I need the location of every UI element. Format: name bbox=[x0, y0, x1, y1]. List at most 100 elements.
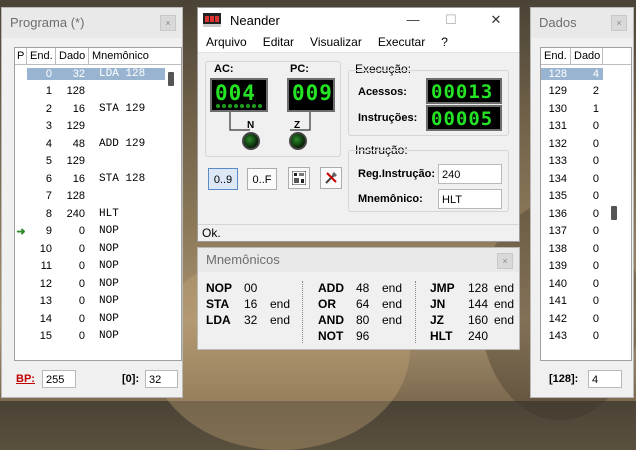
col-header-dado[interactable]: Dado bbox=[56, 48, 89, 64]
col-header-end[interactable]: End. bbox=[27, 48, 56, 64]
table-row[interactable]: 142 0 bbox=[541, 310, 631, 328]
mnemonic-code: 00 bbox=[244, 281, 258, 295]
col-header-p[interactable]: P bbox=[15, 48, 27, 64]
table-row[interactable]: 139 0 bbox=[541, 258, 631, 276]
cell-end: 140 bbox=[548, 277, 567, 290]
table-row[interactable]: 133 0 bbox=[541, 153, 631, 171]
dados-scrollbar-thumb[interactable] bbox=[611, 206, 617, 220]
mnemonico-label: Mnemônico: bbox=[358, 193, 423, 205]
bp-field[interactable]: 255 bbox=[42, 370, 76, 388]
table-row[interactable]: 2 16 STA 129 bbox=[15, 100, 181, 118]
cell-dado: 0 bbox=[78, 225, 85, 238]
dados-addr-field[interactable]: 4 bbox=[588, 370, 622, 388]
cell-dado: 16 bbox=[72, 102, 85, 115]
mnemonic-arg: end bbox=[382, 297, 403, 311]
mnemonic-code: 32 bbox=[244, 313, 258, 327]
table-row[interactable]: 14 0 NOP bbox=[15, 310, 181, 328]
table-row[interactable]: 137 0 bbox=[541, 223, 631, 241]
col-header-end[interactable]: End. bbox=[541, 48, 571, 64]
cell-end: 14 bbox=[39, 312, 52, 325]
programa-grid[interactable]: P End. Dado Mnemônico 0 32 LDA 128 1 128 2 16 S… bbox=[14, 47, 182, 361]
cell-dado: 0 bbox=[592, 277, 599, 290]
cell-mnemonico: NOP bbox=[99, 277, 119, 290]
table-row[interactable]: 129 2 bbox=[541, 83, 631, 101]
dados-close-button[interactable]: × bbox=[611, 15, 627, 31]
table-row[interactable]: ➜ 9 0 NOP bbox=[15, 223, 181, 241]
cell-end: 15 bbox=[39, 330, 52, 343]
table-row[interactable]: 131 0 bbox=[541, 118, 631, 136]
cell-dado: 0 bbox=[592, 120, 599, 133]
acessos-value: 00013 bbox=[431, 81, 494, 103]
cell-mnemonico: NOP bbox=[99, 225, 119, 238]
mnemonico-field[interactable]: HLT bbox=[438, 189, 502, 209]
programa-close-button[interactable]: × bbox=[160, 15, 176, 31]
menu-visualizar[interactable]: Visualizar bbox=[302, 35, 370, 49]
cell-end: 9 bbox=[45, 225, 52, 238]
table-row[interactable]: 10 0 NOP bbox=[15, 240, 181, 258]
cell-mnemonico: NOP bbox=[99, 330, 119, 343]
col-header-mnemonico[interactable]: Mnemônico bbox=[89, 48, 165, 64]
table-row[interactable]: 132 0 bbox=[541, 135, 631, 153]
table-row[interactable]: 7 128 bbox=[15, 188, 181, 206]
table-row[interactable]: 136 0 bbox=[541, 205, 631, 223]
mnemonic-op: LDA bbox=[206, 313, 231, 327]
neander-title-bar[interactable]: Neander — ☐ ✕ bbox=[198, 8, 519, 32]
col-header-dado[interactable]: Dado bbox=[571, 48, 603, 64]
table-row[interactable]: 3 129 bbox=[15, 118, 181, 136]
table-row[interactable]: 0 32 LDA 128 bbox=[15, 65, 181, 83]
cell-end: 3 bbox=[45, 120, 52, 133]
z-flag-label: Z bbox=[294, 120, 301, 131]
menu-editar[interactable]: Editar bbox=[255, 35, 302, 49]
neander-title: Neander bbox=[230, 13, 280, 28]
mnemonic-code: 160 bbox=[468, 313, 489, 327]
table-row[interactable]: 140 0 bbox=[541, 275, 631, 293]
dados-grid[interactable]: End. Dado 128 4 129 2 130 1 131 0 132 0 133 0 134 0 13… bbox=[540, 47, 632, 361]
table-row[interactable]: 15 0 NOP bbox=[15, 328, 181, 346]
decimal-mode-button[interactable]: 0..9 bbox=[208, 168, 238, 190]
minimize-button[interactable]: — bbox=[402, 11, 424, 29]
table-row[interactable]: 134 0 bbox=[541, 170, 631, 188]
programa-scrollbar-thumb[interactable] bbox=[168, 72, 174, 86]
table-row[interactable]: 4 48 ADD 129 bbox=[15, 135, 181, 153]
mnemonic-op: ADD bbox=[318, 281, 344, 295]
menu-executar[interactable]: Executar bbox=[370, 35, 433, 49]
table-row[interactable]: 141 0 bbox=[541, 293, 631, 311]
mnemonic-arg: end bbox=[494, 297, 515, 311]
menu-arquivo[interactable]: Arquivo bbox=[198, 35, 255, 49]
table-row[interactable]: 143 0 bbox=[541, 328, 631, 346]
tools-icon[interactable] bbox=[320, 167, 342, 189]
mnemonicos-close-button[interactable]: × bbox=[497, 253, 513, 269]
table-row[interactable]: 128 4 bbox=[541, 65, 631, 83]
neander-app-icon bbox=[203, 13, 221, 27]
menu-ajuda[interactable]: ? bbox=[433, 35, 456, 49]
programa-addr-field[interactable]: 32 bbox=[145, 370, 178, 388]
cell-dado: 0 bbox=[592, 312, 599, 325]
close-button[interactable]: ✕ bbox=[485, 11, 507, 29]
table-row[interactable]: 6 16 STA 128 bbox=[15, 170, 181, 188]
programa-grid-header: P End. Dado Mnemônico bbox=[15, 48, 181, 65]
mnemonic-op: STA bbox=[206, 297, 230, 311]
cell-end: 8 bbox=[45, 207, 52, 220]
cell-mnemonico: NOP bbox=[99, 312, 119, 325]
hex-mode-button[interactable]: 0..F bbox=[247, 168, 277, 190]
ac-label: AC: bbox=[214, 63, 234, 75]
table-row[interactable]: 135 0 bbox=[541, 188, 631, 206]
table-row[interactable]: 12 0 NOP bbox=[15, 275, 181, 293]
cell-mnemonico: LDA 128 bbox=[89, 67, 165, 80]
table-row[interactable]: 11 0 NOP bbox=[15, 258, 181, 276]
cell-dado: 0 bbox=[592, 137, 599, 150]
table-row[interactable]: 5 129 bbox=[15, 153, 181, 171]
table-row[interactable]: 13 0 NOP bbox=[15, 293, 181, 311]
mnemonic-code: 64 bbox=[356, 297, 370, 311]
memory-map-icon[interactable] bbox=[288, 167, 310, 189]
cell-end: 132 bbox=[548, 137, 567, 150]
cell-dado: 1 bbox=[592, 102, 599, 115]
table-row[interactable]: 130 1 bbox=[541, 100, 631, 118]
table-row[interactable]: 8 240 HLT bbox=[15, 205, 181, 223]
reg-instrucao-field[interactable]: 240 bbox=[438, 164, 502, 184]
table-row[interactable]: 1 128 bbox=[15, 83, 181, 101]
mnemonic-op: JMP bbox=[430, 281, 455, 295]
ac-display: 004 bbox=[210, 78, 268, 112]
table-row[interactable]: 138 0 bbox=[541, 240, 631, 258]
maximize-button[interactable]: ☐ bbox=[440, 11, 462, 29]
